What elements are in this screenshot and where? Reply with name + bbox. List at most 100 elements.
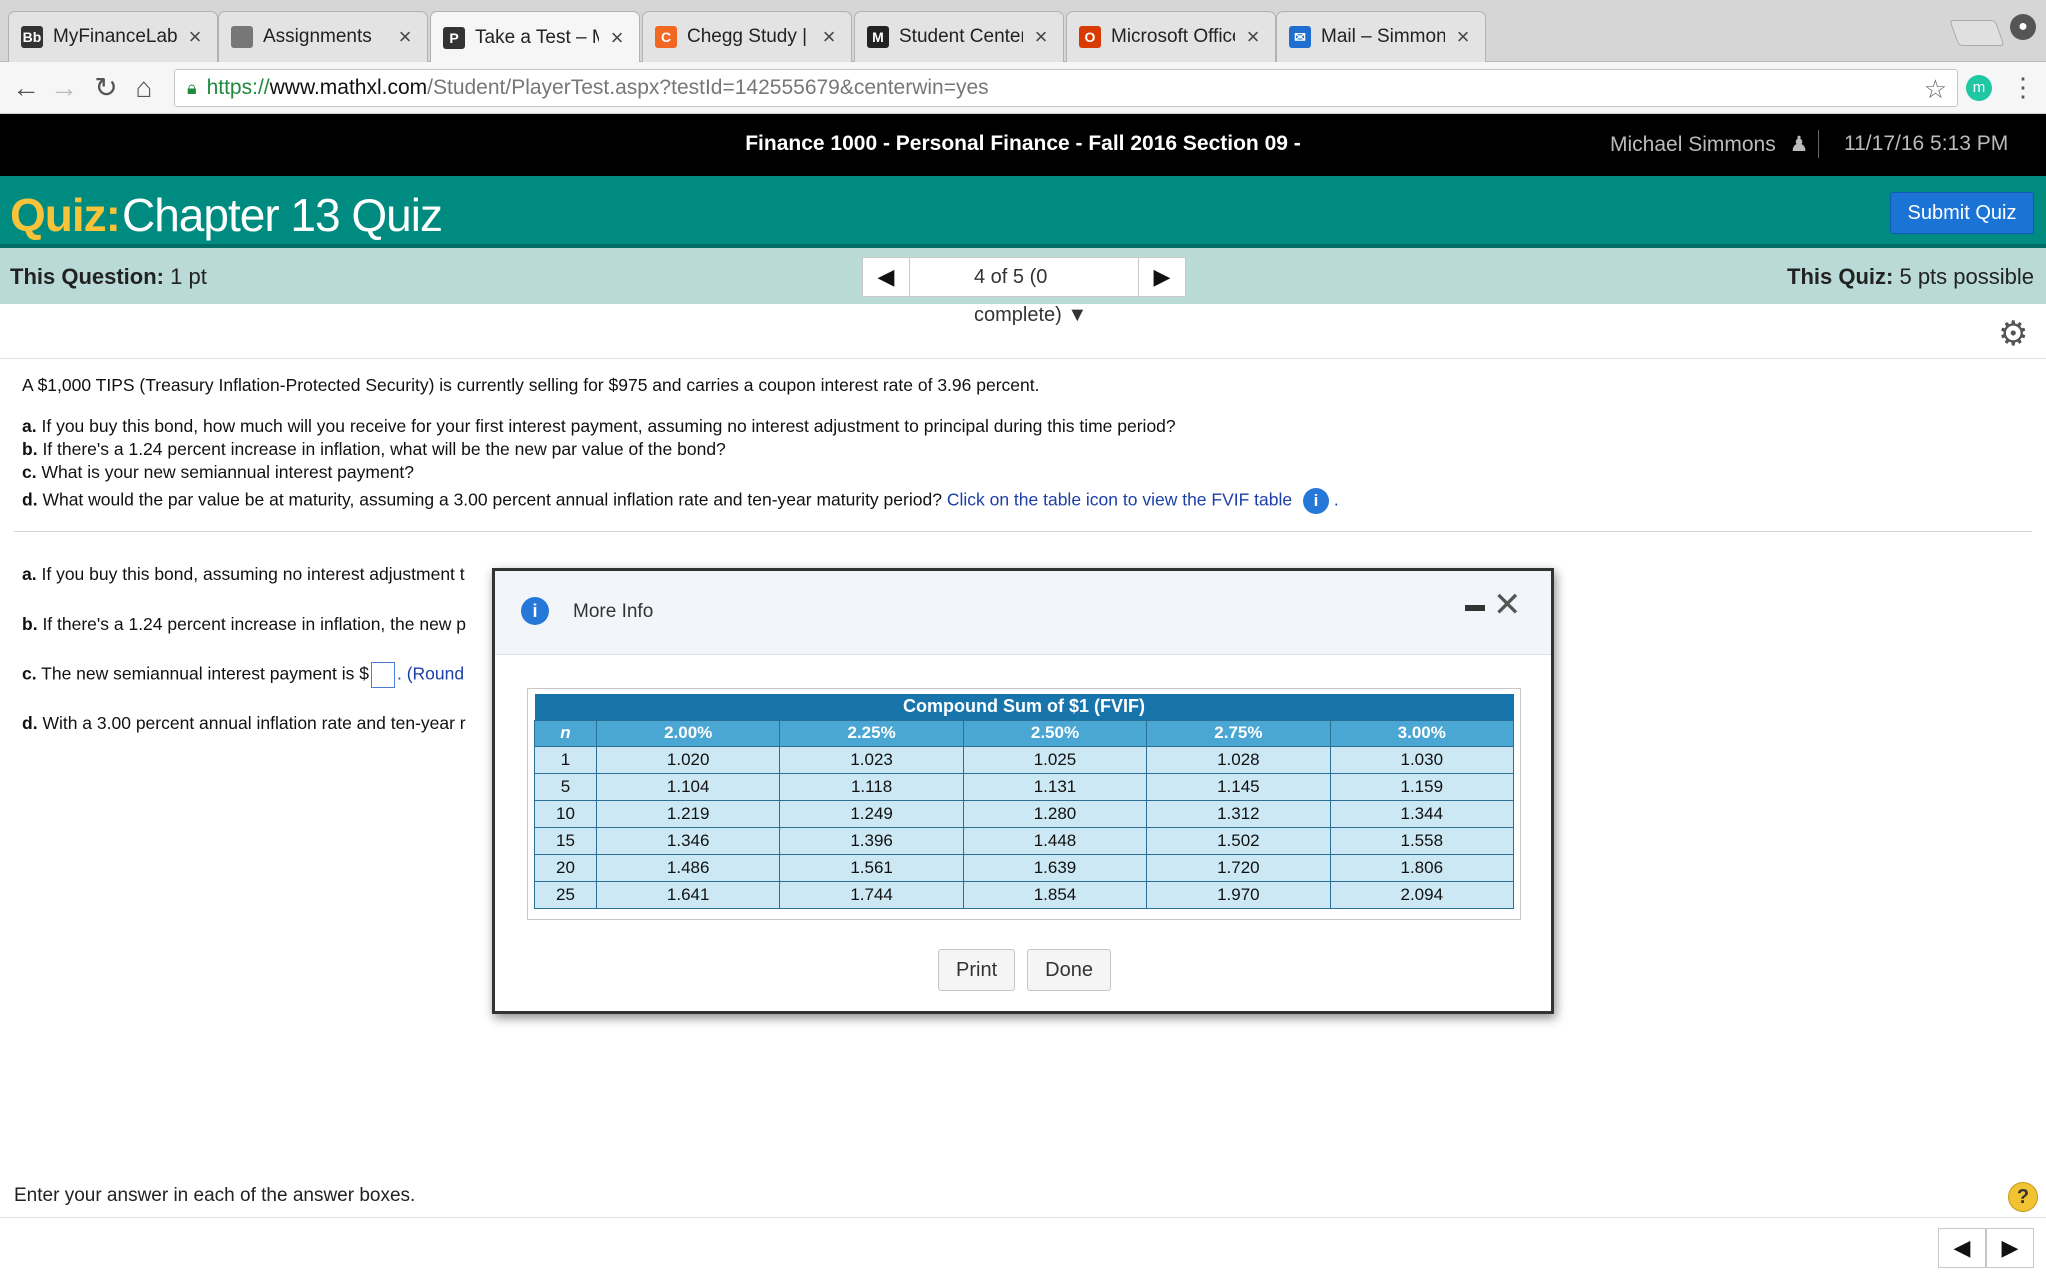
this-quiz-label: This Quiz:	[1787, 264, 1894, 289]
table-cell: 1.448	[962, 826, 1148, 855]
done-button[interactable]: Done	[1027, 949, 1111, 991]
fvif-table-frame: Compound Sum of $1 (FVIF) n 2.00% 2.25% 2.5…	[527, 688, 1521, 920]
back-icon[interactable]: ←	[10, 72, 42, 104]
table-cell: 1.219	[595, 799, 781, 828]
table-cell: 15	[534, 826, 597, 855]
extension-icon[interactable]: m	[1966, 75, 1992, 101]
answer-d-label: d.	[22, 713, 38, 733]
table-cell: 1.396	[779, 826, 964, 855]
submit-quiz-button[interactable]: Submit Quiz	[1890, 192, 2034, 234]
question-part-d: d. What would the par value be at maturi…	[22, 488, 1339, 514]
browser-tab[interactable]: O Microsoft Office Home ×	[1066, 11, 1276, 62]
browser-tab[interactable]: C Chegg Study | Guided S ×	[642, 11, 852, 62]
answer-d-text: With a 3.00 percent annual inflation rat…	[42, 713, 466, 733]
browser-toolbar: ← → ↻ ⌂ 🔒︎ https://www.mathxl.com/Studen…	[0, 62, 2046, 114]
info-icon[interactable]: i	[1303, 488, 1329, 514]
question-status-bar: This Question: 1 pt ◀ 4 of 5 (0 complete…	[0, 248, 2046, 326]
fvif-table: Compound Sum of $1 (FVIF) n 2.00% 2.25% 2.5…	[534, 694, 1515, 909]
answer-b-text: If there's a 1.24 percent increase in in…	[42, 614, 467, 634]
table-cell: 1.744	[779, 880, 964, 909]
forward-icon[interactable]: →	[48, 72, 80, 104]
browser-tab[interactable]: Assignments ×	[218, 11, 428, 62]
help-icon[interactable]: ?	[2008, 1182, 2038, 1212]
table-cell: 1.025	[962, 745, 1148, 774]
table-header-cell: n	[534, 719, 597, 747]
table-cell: 1.280	[962, 799, 1148, 828]
url-scheme: https://	[206, 76, 270, 99]
table-row: 1 1.020 1.023 1.025 1.028 1.030	[534, 745, 1515, 774]
table-cell: 1.639	[962, 853, 1148, 882]
table-cell: 1.854	[962, 880, 1148, 909]
reload-icon[interactable]: ↻	[90, 72, 122, 104]
link-end-period: .	[1333, 489, 1339, 510]
tab-close-icon[interactable]: ×	[1243, 24, 1263, 50]
question-part-b: b. If there's a 1.24 percent increase in…	[22, 439, 726, 460]
fvif-table-link[interactable]: Click on the table icon to view the FVIF…	[947, 490, 1292, 510]
mail-icon: ✉	[1289, 26, 1311, 48]
answer-a-text: If you buy this bond, assuming no intere…	[41, 564, 465, 584]
question-pager: ◀ 4 of 5 (0 complete) ▼ ▶	[862, 257, 1186, 326]
tab-label: Mail – Simmons, Michae	[1321, 26, 1445, 47]
browser-tab[interactable]: ✉ Mail – Simmons, Michae ×	[1276, 11, 1486, 62]
browser-tab[interactable]: Bb MyFinanceLab – FINANC ×	[8, 11, 218, 62]
bottom-next-button[interactable]: ▶	[1986, 1228, 2034, 1268]
more-info-dialog: i More Info ✕ Compound Sum of $1 (FVIF) …	[492, 568, 1554, 1014]
table-cell: 25	[534, 880, 597, 909]
answer-c-text: The new semiannual interest payment is $	[41, 663, 369, 684]
table-cell: 1.023	[779, 745, 964, 774]
browser-tab[interactable]: P Take a Test – Michael Si ×	[430, 11, 640, 63]
part-c-label: c.	[22, 462, 37, 482]
part-b-label: b.	[22, 439, 38, 459]
next-question-button[interactable]: ▶	[1138, 257, 1186, 297]
answer-a-label: a.	[22, 564, 37, 584]
part-d-text: What would the par value be at maturity,…	[42, 489, 942, 510]
answer-a: a. If you buy this bond, assuming no int…	[22, 564, 465, 585]
tab-close-icon[interactable]: ×	[1453, 24, 1473, 50]
table-header-cell: 3.00%	[1329, 719, 1515, 747]
user-menu[interactable]: Michael Simmons ♟	[1610, 132, 1808, 157]
new-tab-button[interactable]	[1949, 20, 2005, 46]
table-cell: 20	[534, 853, 597, 882]
close-icon[interactable]: ✕	[1493, 585, 1522, 625]
table-cell: 1.131	[962, 772, 1148, 801]
quiz-name: Chapter 13 Quiz	[122, 189, 443, 241]
browser-tab-strip: Bb MyFinanceLab – FINANC × Assignments × P Tak…	[0, 0, 2046, 63]
lock-icon: 🔒︎	[187, 77, 197, 98]
minimize-icon[interactable]	[1465, 605, 1485, 611]
tab-close-icon[interactable]: ×	[607, 25, 627, 51]
answer-c-label: c.	[22, 663, 37, 684]
print-button[interactable]: Print	[938, 949, 1016, 991]
pearson-icon: P	[443, 26, 465, 49]
previous-question-button[interactable]: ◀	[862, 257, 910, 297]
bottom-previous-button[interactable]: ◀	[1938, 1228, 1986, 1268]
tab-close-icon[interactable]: ×	[395, 24, 415, 50]
office-icon: O	[1079, 26, 1101, 48]
part-b-text: If there's a 1.24 percent increase in in…	[42, 439, 726, 459]
quiz-prefix: Quiz:	[10, 189, 121, 241]
tab-close-icon[interactable]: ×	[1031, 24, 1051, 50]
table-row: 10 1.219 1.249 1.280 1.312 1.344	[534, 799, 1515, 828]
browser-menu-icon[interactable]: ⋮	[2010, 72, 2036, 103]
user-icon: ♟	[1789, 133, 1809, 156]
table-header-cell: 2.75%	[1146, 719, 1331, 747]
mizzou-icon: M	[867, 26, 889, 48]
header-separator	[1818, 130, 1819, 158]
blackboard-icon: Bb	[21, 26, 43, 48]
table-cell: 1.641	[595, 880, 781, 909]
answer-c-input[interactable]	[370, 662, 395, 688]
url-host: www.mathxl.com	[269, 76, 428, 99]
settings-gear-icon[interactable]: ⚙	[1998, 314, 2028, 354]
browser-tab[interactable]: M Student Center ×	[854, 11, 1064, 62]
home-icon[interactable]: ⌂	[128, 72, 160, 104]
dialog-header: i More Info ✕	[495, 571, 1551, 655]
answer-d: d. With a 3.00 percent annual inflation …	[22, 713, 466, 734]
question-select[interactable]: 4 of 5 (0 complete) ▼	[910, 257, 1138, 326]
table-row: 15 1.346 1.396 1.448 1.502 1.558	[534, 826, 1515, 855]
question-select-value: 4 of 5 (0 complete)	[974, 266, 1062, 326]
profile-icon[interactable]: ●	[2010, 14, 2036, 40]
bookmark-star-icon[interactable]: ☆	[1924, 74, 1947, 105]
address-bar[interactable]: 🔒︎ https://www.mathxl.com/Student/Player…	[174, 69, 1958, 107]
tab-close-icon[interactable]: ×	[185, 24, 205, 50]
table-row: 25 1.641 1.744 1.854 1.970 2.094	[534, 880, 1515, 909]
tab-close-icon[interactable]: ×	[819, 24, 839, 50]
